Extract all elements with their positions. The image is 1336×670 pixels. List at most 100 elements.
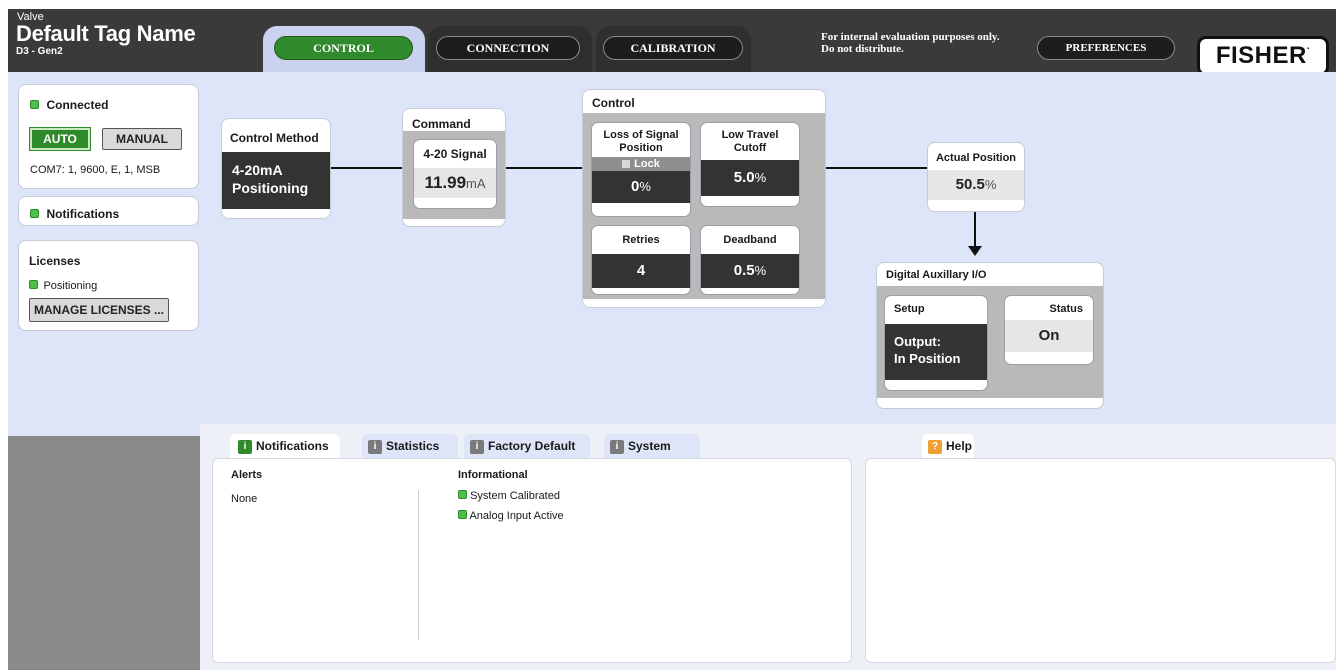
statistics-info-icon: i: [368, 439, 382, 454]
lower-left-area: [8, 436, 200, 670]
aux-setup-card[interactable]: Setup Output: In Position: [884, 295, 988, 391]
manual-mode-button[interactable]: MANUAL: [102, 128, 182, 150]
link-command-control: [505, 167, 582, 169]
tab-statistics-label: Statistics: [386, 439, 440, 453]
tab-connection[interactable]: CONNECTION: [436, 36, 580, 60]
control-method-title: Control Method: [230, 131, 319, 145]
tab-factory-default[interactable]: i Factory Default: [464, 434, 590, 458]
window-top-edge: [0, 0, 1336, 9]
control-title: Control: [592, 96, 635, 110]
fisher-logo: FISHER.: [1197, 36, 1329, 76]
help-content: [865, 458, 1336, 663]
tab-notifications-label: Notifications: [256, 439, 329, 453]
actual-position-value-box: 50.5%: [928, 170, 1024, 200]
system-info-icon: i: [610, 439, 624, 454]
aux-status-value: On: [1005, 320, 1093, 352]
connected-indicator: Connected: [30, 96, 108, 114]
alerts-title: Alerts: [231, 469, 263, 481]
actual-position-unit: %: [984, 177, 997, 192]
connected-status-icon: [30, 100, 39, 109]
notifications-info-icon: i: [238, 439, 252, 454]
signal-title: 4-20 Signal: [423, 147, 487, 161]
ltc-value-box: 5.0%: [701, 160, 799, 196]
device-model: D3 - Gen2: [16, 46, 63, 57]
link-method-command: [330, 167, 406, 169]
deadband-card[interactable]: Deadband 0.5%: [700, 225, 800, 295]
tab-help[interactable]: ? Help: [922, 434, 974, 458]
tab-system-label: System: [628, 439, 671, 453]
actual-position-value: 50.5: [955, 176, 985, 193]
deadband-title: Deadband: [723, 234, 777, 246]
link-control-position: [825, 167, 930, 169]
retries-card[interactable]: Retries 4: [591, 225, 691, 295]
ltc-value: 5.0: [733, 169, 755, 186]
preferences-button[interactable]: PREFERENCES: [1037, 36, 1175, 60]
notice-line-1: For internal evaluation purposes only.: [821, 31, 1000, 43]
arrow-down-icon: [968, 246, 982, 256]
ltc-unit: %: [754, 170, 767, 185]
signal-card[interactable]: 4-20 Signal 11.99mA: [413, 139, 497, 209]
aux-status-card[interactable]: Status On: [1004, 295, 1094, 365]
evaluation-notice: For internal evaluation purposes only. D…: [821, 31, 1021, 55]
actual-position-node[interactable]: Actual Position 50.5%: [927, 142, 1025, 212]
tab-help-label: Help: [946, 439, 973, 453]
lock-toggle[interactable]: Lock: [592, 157, 690, 171]
help-icon: ?: [928, 439, 942, 454]
info-item: Analog Input Active: [458, 510, 564, 522]
factory-default-info-icon: i: [470, 439, 484, 454]
info-item: System Calibrated: [458, 490, 560, 502]
tab-system[interactable]: i System: [604, 434, 700, 458]
license-item: Positioning: [29, 276, 97, 294]
control-method-line2: Positioning: [232, 180, 309, 196]
tab-notifications[interactable]: i Notifications: [230, 434, 340, 458]
signal-value-box: 11.99mA: [414, 168, 496, 198]
ltc-title-line1: Low Travel: [721, 129, 779, 141]
los-value-box: 0%: [592, 171, 690, 203]
signal-value: 11.99: [424, 173, 467, 192]
retries-title: Retries: [622, 234, 660, 246]
tab-factory-default-label: Factory Default: [488, 439, 576, 453]
command-title: Command: [412, 117, 471, 131]
link-position-aux: [974, 211, 976, 249]
info-item-label: Analog Input Active: [469, 510, 564, 522]
deadband-value-box: 0.5%: [701, 254, 799, 288]
deadband-unit: %: [754, 263, 767, 278]
license-item-label: Positioning: [43, 280, 98, 292]
los-title: Loss of Signal Position: [592, 129, 690, 155]
license-status-icon: [29, 280, 38, 289]
notice-line-2: Do not distribute.: [821, 43, 904, 55]
com-settings: COM7: 1, 9600, E, 1, MSB: [30, 164, 161, 176]
tab-statistics[interactable]: i Statistics: [362, 434, 458, 458]
los-title-line2: Position: [619, 142, 663, 154]
notifications-label: Notifications: [46, 207, 120, 221]
notifications-status-icon: [30, 209, 39, 218]
logo-text: FISHER: [1215, 42, 1307, 69]
lock-checkbox-icon[interactable]: [622, 160, 631, 169]
manage-licenses-button[interactable]: MANAGE LICENSES ...: [29, 298, 169, 322]
notifications-divider: [418, 490, 419, 640]
actual-position-title: Actual Position: [935, 152, 1017, 164]
notifications-indicator[interactable]: Notifications: [30, 205, 119, 223]
low-travel-cutoff-card[interactable]: Low Travel Cutoff 5.0%: [700, 122, 800, 207]
los-title-line1: Loss of Signal: [603, 129, 679, 141]
informational-title: Informational: [458, 469, 528, 481]
info-item-status-icon: [458, 510, 467, 519]
tab-control[interactable]: CONTROL: [274, 36, 413, 60]
lock-label: Lock: [634, 158, 660, 170]
alerts-value: None: [231, 493, 258, 505]
notifications-content: [212, 458, 852, 663]
deadband-value: 0.5: [733, 262, 755, 279]
connected-label: Connected: [46, 98, 109, 112]
licenses-title: Licenses: [29, 254, 81, 268]
ltc-title-line2: Cutoff: [733, 142, 767, 154]
aux-setup-value: Output: In Position: [885, 324, 987, 380]
logo-mark: .: [1306, 41, 1311, 52]
ltc-title: Low Travel Cutoff: [701, 129, 799, 155]
loss-of-signal-card[interactable]: Loss of Signal Position Lock 0%: [591, 122, 691, 217]
auto-mode-button[interactable]: AUTO: [29, 127, 91, 151]
retries-value: 4: [592, 254, 690, 288]
tag-name: Default Tag Name: [16, 21, 196, 46]
aux-setup-line2: In Position: [894, 351, 961, 366]
tab-calibration[interactable]: CALIBRATION: [603, 36, 743, 60]
info-item-label: System Calibrated: [470, 490, 560, 502]
